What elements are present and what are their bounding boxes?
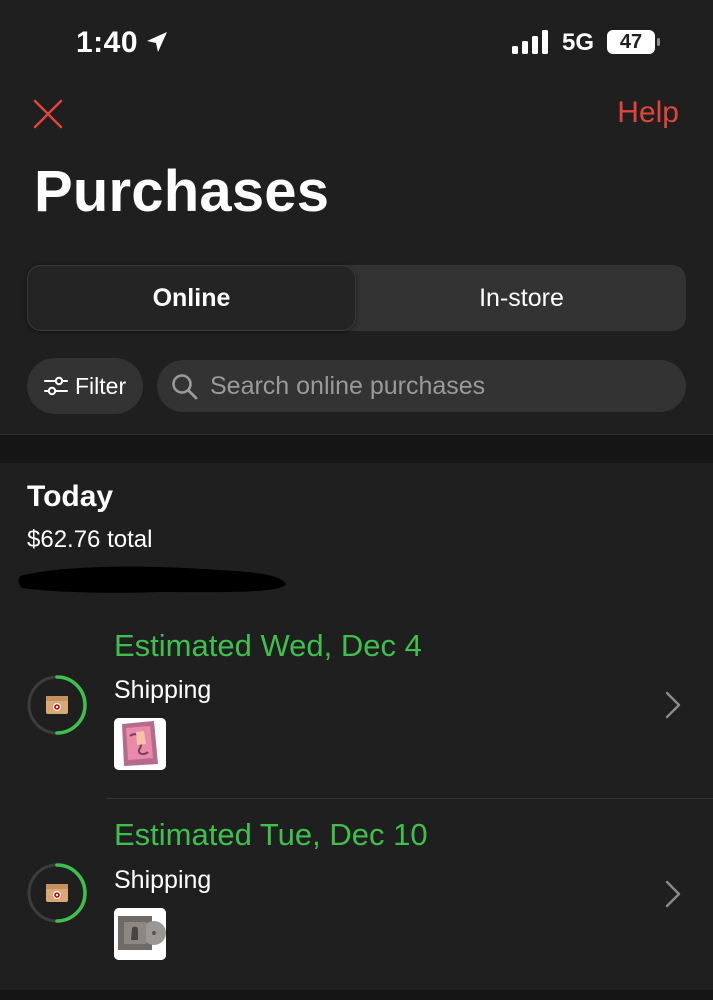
chevron-right-icon [665, 691, 681, 719]
search-input[interactable]: Search online purchases [157, 360, 686, 412]
order-progress-ring [27, 863, 87, 923]
purchase-type-segmented-control: Online In-store [27, 265, 686, 331]
section-heading: Today [27, 480, 114, 513]
product-image [114, 908, 166, 960]
order-estimate: Estimated Wed, Dec 4 [114, 628, 422, 663]
tab-in-store[interactable]: In-store [357, 265, 686, 331]
product-thumbnail [114, 908, 166, 960]
order-progress-ring [27, 675, 87, 735]
package-icon [46, 884, 68, 902]
order-status: Shipping [114, 866, 212, 894]
network-type: 5G [562, 29, 595, 56]
redaction-mark [18, 566, 287, 593]
filter-button[interactable]: Filter [27, 358, 143, 414]
product-thumbnail [114, 718, 166, 770]
order-status: Shipping [114, 676, 212, 704]
order-estimate: Estimated Tue, Dec 10 [114, 817, 428, 852]
order-row[interactable]: Estimated Wed, Dec 4 Shipping [0, 610, 713, 800]
section-divider [0, 434, 713, 463]
order-row[interactable]: Estimated Tue, Dec 10 Shipping [0, 800, 713, 990]
filter-label: Filter [75, 373, 127, 399]
bottom-band [0, 990, 713, 1000]
close-icon[interactable] [32, 98, 64, 130]
tab-online[interactable]: Online [27, 265, 356, 331]
package-icon [46, 696, 68, 714]
search-placeholder: Search online purchases [210, 372, 486, 400]
location-arrow-icon [147, 32, 167, 52]
battery-level: 47 [619, 31, 643, 53]
sliders-icon [44, 376, 68, 396]
page-title: Purchases [34, 159, 330, 224]
section-total: $62.76 total [27, 526, 153, 553]
status-time: 1:40 [76, 26, 139, 59]
cellular-signal-icon [512, 30, 548, 54]
row-separator [106, 798, 713, 799]
help-button[interactable]: Help [617, 96, 679, 130]
chevron-right-icon [665, 880, 681, 908]
search-icon [172, 374, 198, 400]
product-image [114, 718, 166, 770]
